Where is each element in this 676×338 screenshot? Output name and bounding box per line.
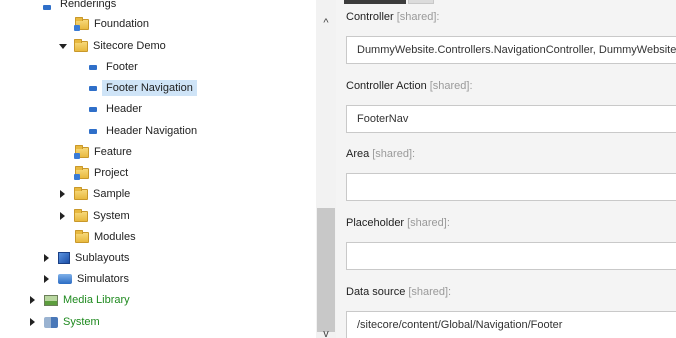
tree-item-simulators[interactable]: Simulators <box>42 269 129 289</box>
shared-tag: [shared]: <box>396 11 440 23</box>
rendering-icon <box>89 64 97 70</box>
tree-item-header-navigation[interactable]: Header Navigation <box>86 121 197 141</box>
data-source-input[interactable]: /sitecore/content/Global/Navigation/Foot… <box>346 311 676 338</box>
tree-item-label: Renderings <box>60 0 117 10</box>
tab-inactive[interactable] <box>408 0 434 4</box>
expand-arrow-icon[interactable] <box>42 253 52 263</box>
field-label-text: Controller <box>346 11 394 23</box>
folder-icon <box>74 38 88 52</box>
controller-action-input[interactable]: FooterNav <box>346 105 676 133</box>
expand-arrow-icon[interactable] <box>42 274 52 284</box>
area-input[interactable] <box>346 173 676 201</box>
content-tree: Renderings Foundation Sitecore Demo Foot… <box>0 0 316 338</box>
shared-tag: [shared]: <box>372 148 416 160</box>
tree-item-label: Media Library <box>63 294 130 306</box>
tree-item-label: Header Navigation <box>106 125 198 137</box>
folder-icon <box>74 208 88 222</box>
shared-tag: [shared]: <box>407 217 450 229</box>
rendering-icon <box>89 128 97 134</box>
tree-item-system-layout[interactable]: System <box>58 206 130 226</box>
tree-item-label: Footer <box>106 61 138 73</box>
scrollbar-thumb[interactable] <box>317 208 335 332</box>
tree-item-label: Feature <box>94 146 132 158</box>
tree-item-sublayouts[interactable]: Sublayouts <box>42 248 129 268</box>
collapse-arrow-icon[interactable] <box>58 41 68 51</box>
field-controller-action: Controller Action [shared]: FooterNav <box>346 79 676 133</box>
tree-item-system[interactable]: System <box>28 312 100 332</box>
field-label: Controller [shared]: <box>346 10 676 24</box>
rendering-icon <box>89 85 97 91</box>
expand-arrow-icon[interactable] <box>28 317 38 327</box>
tree-item-label: Simulators <box>77 273 129 285</box>
expand-arrow-icon[interactable] <box>58 211 68 221</box>
rendering-icon <box>43 5 51 10</box>
placeholder-input[interactable] <box>346 242 676 270</box>
vertical-scrollbar[interactable]: ^ v <box>316 0 336 338</box>
editor-tabs <box>336 0 676 4</box>
field-placeholder: Placeholder [shared]: <box>346 216 676 270</box>
tree-item-feature[interactable]: Feature <box>74 142 132 162</box>
scroll-up-icon[interactable]: ^ <box>320 18 332 29</box>
field-controller: Controller [shared]: DummyWebsite.Control… <box>346 10 676 64</box>
tree-item-label: Project <box>94 167 129 179</box>
field-label-text: Area <box>346 148 370 160</box>
tree-item-label: Sample <box>93 188 131 200</box>
tree-item-project[interactable]: Project <box>74 163 129 183</box>
field-area: Area [shared]: <box>346 147 676 201</box>
tree-item-label: System <box>63 316 100 328</box>
tree-item-foundation[interactable]: Foundation <box>74 14 150 34</box>
media-library-icon <box>44 294 58 306</box>
expand-arrow-icon[interactable] <box>28 295 38 305</box>
tree-item-footer[interactable]: Footer <box>86 57 138 77</box>
field-label-text: Placeholder <box>346 217 405 229</box>
tree-item-label: Modules <box>94 231 136 243</box>
controller-input[interactable]: DummyWebsite.Controllers.NavigationContr… <box>346 36 676 64</box>
tree-item-header[interactable]: Header <box>86 99 142 119</box>
folder-icon <box>74 186 88 200</box>
shared-tag: [shared]: <box>408 286 452 298</box>
folder-icon <box>74 144 89 159</box>
tree-item-sitecore-demo[interactable]: Sitecore Demo <box>58 36 166 56</box>
scroll-down-icon[interactable]: v <box>320 329 332 338</box>
shared-tag: [shared]: <box>429 80 473 92</box>
field-editor-panel: Controller [shared]: DummyWebsite.Control… <box>336 0 676 338</box>
folder-icon <box>74 165 89 180</box>
rendering-icon <box>89 106 97 112</box>
field-label: Data source [shared]: <box>346 285 676 299</box>
tree-item-modules[interactable]: Modules <box>75 227 136 247</box>
sublayout-icon <box>58 252 70 264</box>
field-label: Placeholder [shared]: <box>346 216 676 230</box>
tree-item-renderings[interactable]: Renderings <box>40 0 116 10</box>
folder-icon <box>75 229 89 243</box>
tab-active[interactable] <box>344 0 406 4</box>
folder-icon <box>74 16 89 31</box>
system-icon <box>44 316 58 328</box>
field-label: Area [shared]: <box>346 147 676 161</box>
content-editor: Renderings Foundation Sitecore Demo Foot… <box>0 0 676 338</box>
tree-item-label: Foundation <box>94 18 150 30</box>
simulator-icon <box>58 274 72 284</box>
tree-item-sample[interactable]: Sample <box>58 184 130 204</box>
tree-item-label: Footer Navigation <box>102 80 197 96</box>
field-data-source: Data source [shared]: /sitecore/content/G… <box>346 285 676 338</box>
tree-item-media-library[interactable]: Media Library <box>28 290 130 310</box>
tree-item-label: System <box>93 210 130 222</box>
field-label-text: Data source <box>346 286 406 298</box>
expand-arrow-icon[interactable] <box>58 189 68 199</box>
field-label: Controller Action [shared]: <box>346 79 676 93</box>
tree-item-label: Header <box>106 103 143 115</box>
field-label-text: Controller Action <box>346 80 427 92</box>
tree-item-label: Sublayouts <box>75 252 130 264</box>
tree-item-label: Sitecore Demo <box>93 40 166 52</box>
tree-item-footer-navigation[interactable]: Footer Navigation <box>86 78 197 98</box>
